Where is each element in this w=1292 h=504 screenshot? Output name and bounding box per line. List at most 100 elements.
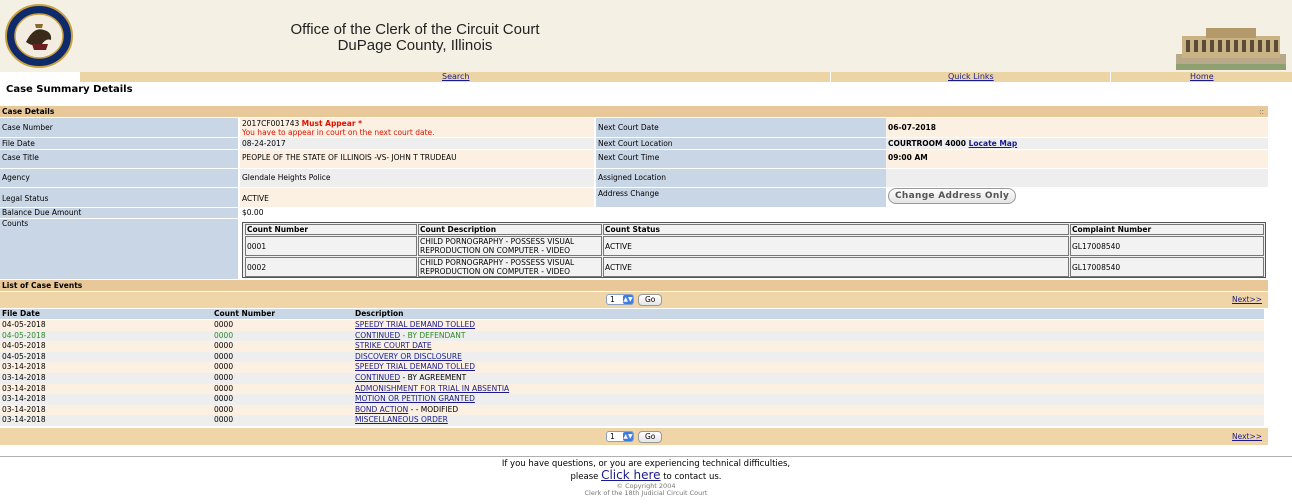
event-description: CONTINUED - BY DEFENDANT: [355, 331, 466, 342]
nav-search-link[interactable]: Search: [442, 72, 469, 82]
must-appear-flag: Must Appear *: [301, 119, 363, 128]
event-description-link[interactable]: ADMONISHMENT FOR TRIAL IN ABSENTIA: [355, 384, 509, 393]
legal-status-value: ACTIVE: [240, 188, 594, 207]
file-date-label: File Date: [0, 138, 238, 149]
next-page-link[interactable]: Next>>: [1232, 295, 1262, 304]
count-description-cell: CHILD PORNOGRAPHY - POSSESS VISUAL REPRO…: [418, 236, 602, 256]
event-description-link[interactable]: DISCOVERY OR DISCLOSURE: [355, 352, 462, 361]
next-court-location-value: COURTROOM 4000 Locate Map: [886, 138, 1268, 149]
next-court-date-value: 06-07-2018: [886, 118, 1268, 137]
case-title-label: Case Title: [0, 150, 238, 168]
event-row: 04-05-2018 0000 CONTINUED - BY DEFENDANT: [0, 330, 1264, 342]
events-col-count-number: Count Number: [214, 309, 276, 318]
nav-home-link[interactable]: Home: [1190, 72, 1214, 82]
balance-due-value: $0.00: [240, 208, 594, 218]
event-date: 03-14-2018: [2, 362, 46, 372]
event-description: STRIKE COURT DATE: [355, 341, 432, 352]
event-description-link[interactable]: SPEEDY TRIAL DEMAND TOLLED: [355, 320, 475, 329]
count-number-cell: 0002: [245, 257, 417, 277]
event-date: 03-14-2018: [2, 415, 46, 425]
address-change-label: Address Change: [596, 188, 886, 207]
page-title: Case Summary Details: [6, 84, 133, 95]
case-details-header: Case Details ::: [0, 106, 1268, 117]
event-date: 03-14-2018: [2, 394, 46, 404]
next-page-link[interactable]: Next>>: [1232, 432, 1262, 441]
event-row: 03-14-2018 0000 BOND ACTION - - MODIFIED: [0, 404, 1264, 416]
case-title-row: Case Title PEOPLE OF THE STATE OF ILLINO…: [0, 150, 1268, 168]
count-description-line: REPRODUCTION ON COMPUTER - VIDEO: [420, 266, 571, 276]
locate-map-link[interactable]: Locate Map: [969, 139, 1018, 148]
event-row: 04-05-2018 0000 STRIKE COURT DATE: [0, 341, 1264, 352]
case-events-title: List of Case Events: [2, 281, 83, 290]
clerk-credit: Clerk of the 18th Judicial Circuit Court: [584, 489, 708, 497]
balance-row: Balance Due Amount $0.00: [0, 208, 1268, 218]
event-description: SPEEDY TRIAL DEMAND TOLLED: [355, 320, 475, 331]
case-number-value: 2017CF001743 Must Appear * You have to a…: [240, 118, 594, 137]
event-count-number: 0000: [214, 351, 234, 361]
count-complaint-cell: GL17008540: [1070, 236, 1264, 256]
nav-divider: [830, 72, 831, 82]
counts-col-status: Count Status: [603, 224, 1069, 235]
go-button[interactable]: Go: [638, 293, 663, 306]
legal-status-row: Legal Status ACTIVE Address Change Chang…: [0, 188, 1268, 207]
balance-due-label: Balance Due Amount: [0, 208, 238, 218]
courtroom: COURTROOM 4000: [888, 139, 966, 148]
event-date: 03-14-2018: [2, 383, 46, 393]
change-address-button[interactable]: Change Address Only: [888, 188, 1017, 204]
event-description: ADMONISHMENT FOR TRIAL IN ABSENTIA: [355, 384, 509, 395]
event-description-link[interactable]: MISCELLANEOUS ORDER: [355, 415, 448, 424]
event-count-number: 0000: [214, 404, 234, 414]
event-count-number: 0000: [214, 320, 234, 329]
event-description: MISCELLANEOUS ORDER: [355, 415, 448, 426]
event-description-link[interactable]: STRIKE COURT DATE: [355, 341, 432, 350]
case-number-label: Case Number: [0, 118, 238, 137]
events-pager-bottom: 1 ▲▼ Go: [606, 430, 663, 443]
event-description-link[interactable]: MOTION OR PETITION GRANTED: [355, 394, 475, 403]
case-title-value: PEOPLE OF THE STATE OF ILLINOIS -VS- JOH…: [240, 150, 594, 168]
case-number: 2017CF001743: [242, 119, 300, 128]
count-number-cell: 0001: [245, 236, 417, 256]
next-court-time-label: Next Court Time: [596, 150, 886, 168]
next-court-time-value: 09:00 AM: [886, 150, 1268, 168]
event-description-link[interactable]: CONTINUED: [355, 331, 400, 340]
event-description-link[interactable]: SPEEDY TRIAL DEMAND TOLLED: [355, 362, 475, 371]
event-description: BOND ACTION - - MODIFIED: [355, 405, 458, 416]
count-status-cell: ACTIVE: [603, 236, 1069, 256]
event-description-detail: - BY AGREEMENT: [400, 373, 467, 382]
office-title-line1: Office of the Clerk of the Circuit Court: [290, 21, 540, 38]
event-date: 04-05-2018: [2, 351, 46, 361]
nav-bar: Search Quick Links Home: [80, 72, 1292, 82]
footer-please: please: [570, 472, 599, 482]
assigned-location-label: Assigned Location: [596, 169, 886, 187]
event-count-number: 0000: [214, 373, 234, 382]
event-row: 04-05-2018 0000 SPEEDY TRIAL DEMAND TOLLED: [0, 320, 1264, 331]
page-footer: If you have questions, or you are experi…: [0, 459, 1292, 497]
page-select[interactable]: 1 ▲▼: [606, 294, 634, 305]
contact-link[interactable]: Click here: [601, 468, 660, 482]
event-row: 03-14-2018 0000 CONTINUED - BY AGREEMENT: [0, 373, 1264, 384]
events-table-header: File Date Count Number Description: [0, 309, 1264, 319]
courthouse-image: [1176, 28, 1286, 70]
footer-divider: [0, 456, 1292, 457]
count-status-cell: ACTIVE: [603, 257, 1069, 277]
event-date: 03-14-2018: [2, 373, 46, 382]
select-chevron-icon: ▲▼: [623, 295, 633, 304]
collapse-grip-icon[interactable]: ::: [1259, 106, 1264, 117]
case-number-row: Case Number 2017CF001743 Must Appear * Y…: [0, 118, 1268, 137]
county-seal-logo: [5, 4, 73, 68]
agency-row: Agency Glendale Heights Police Assigned …: [0, 169, 1268, 187]
event-date: 03-14-2018: [2, 404, 46, 414]
go-button[interactable]: Go: [638, 430, 663, 443]
page-select[interactable]: 1 ▲▼: [606, 431, 634, 442]
event-row: 03-14-2018 0000 SPEEDY TRIAL DEMAND TOLLED: [0, 362, 1264, 373]
event-description-link[interactable]: BOND ACTION: [355, 405, 408, 414]
file-date-row: File Date 08-24-2017 Next Court Location…: [0, 138, 1268, 149]
event-description: MOTION OR PETITION GRANTED: [355, 394, 475, 405]
counts-col-number: Count Number: [245, 224, 417, 235]
event-row: 04-05-2018 0000 DISCOVERY OR DISCLOSURE: [0, 351, 1264, 363]
nav-quick-links-link[interactable]: Quick Links: [948, 72, 994, 82]
event-description-link[interactable]: CONTINUED: [355, 373, 400, 382]
office-title-line2: DuPage County, Illinois: [337, 37, 493, 54]
page-header: Office of the Clerk of the Circuit Court…: [0, 0, 1292, 72]
page-select-value: 1: [610, 432, 615, 441]
